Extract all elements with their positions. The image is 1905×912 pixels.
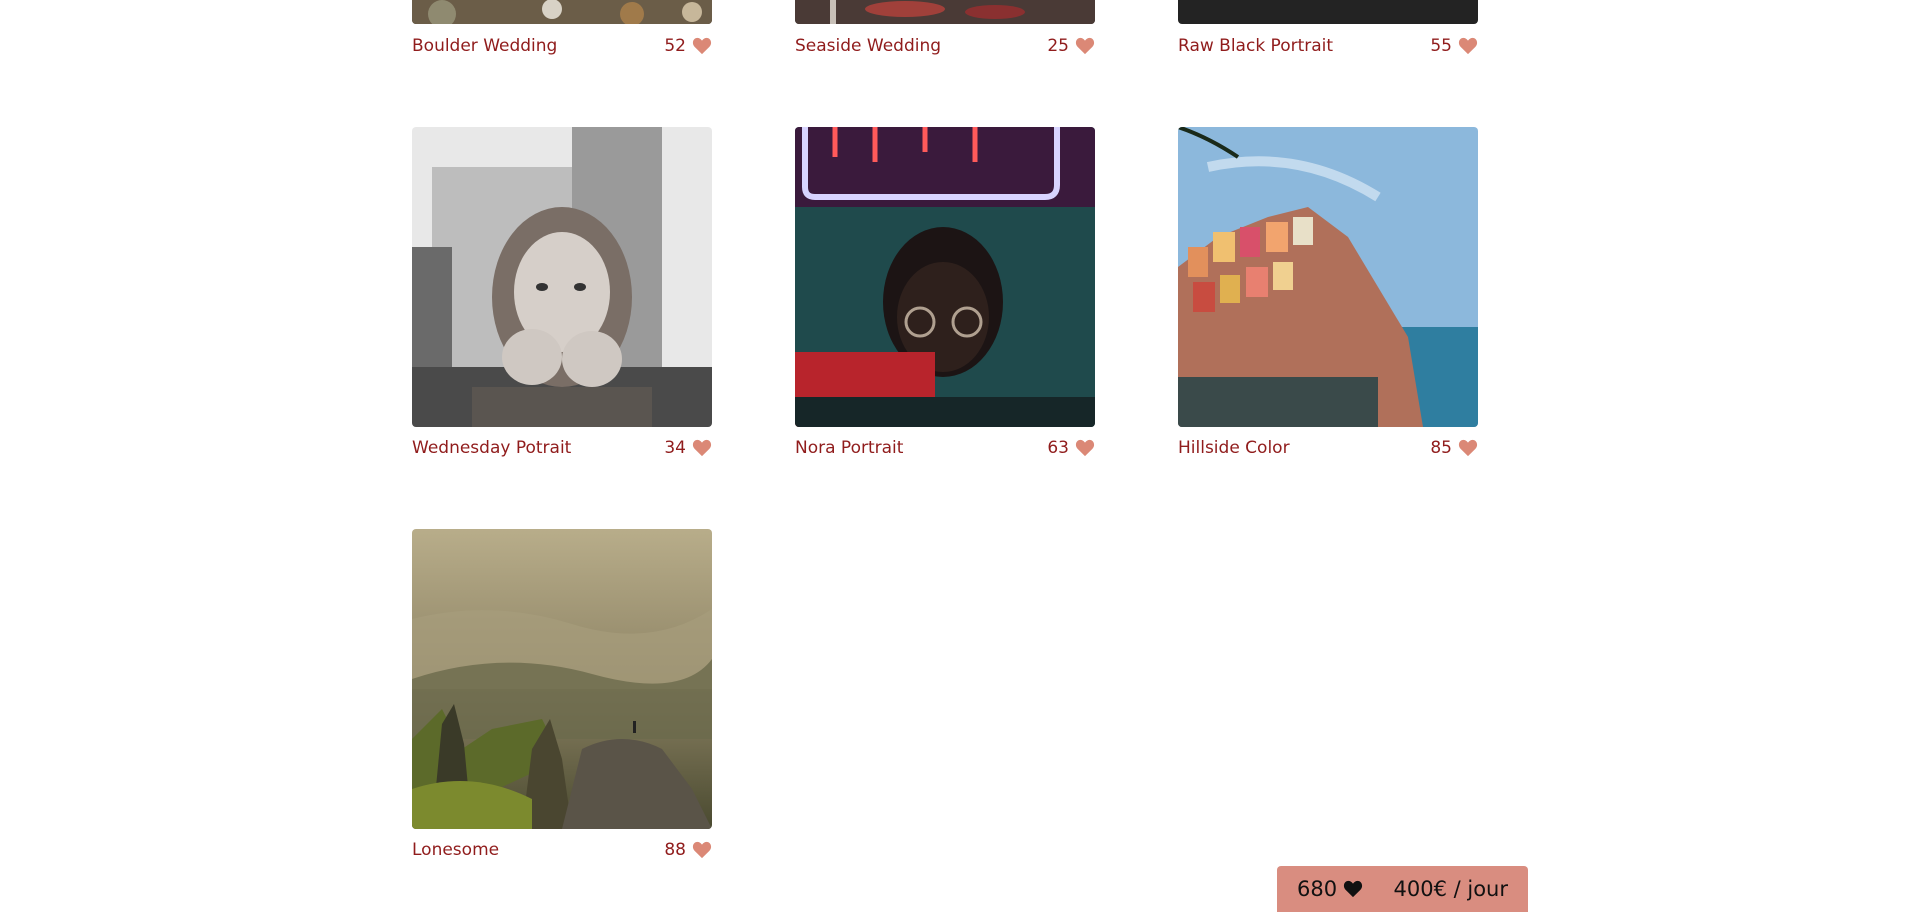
heart-icon — [1343, 880, 1363, 898]
photo-thumbnail[interactable] — [412, 0, 712, 24]
photo-thumbnail[interactable] — [795, 0, 1095, 24]
total-likes-count: 680 — [1297, 877, 1338, 901]
photo-title[interactable]: Hillside Color — [1178, 438, 1430, 458]
heart-icon[interactable] — [692, 439, 712, 457]
heart-icon[interactable] — [1458, 439, 1478, 457]
heart-icon[interactable] — [1075, 439, 1095, 457]
photo-caption: Raw Black Portrait 55 — [1178, 34, 1478, 58]
photo-title[interactable]: Boulder Wedding — [412, 36, 664, 56]
photographer-stats-bar: 680 400€ / jour — [1277, 866, 1528, 912]
photo-caption: Wednesday Potrait 34 — [412, 436, 712, 460]
like-count: 85 — [1430, 438, 1452, 458]
like-count: 88 — [664, 840, 686, 860]
photo-thumbnail[interactable] — [412, 529, 712, 829]
photo-title[interactable]: Raw Black Portrait — [1178, 36, 1430, 56]
photo-caption: Lonesome 88 — [412, 838, 712, 862]
total-likes: 680 — [1297, 877, 1363, 901]
photo-thumbnail[interactable] — [795, 127, 1095, 427]
photo-caption: Boulder Wedding 52 — [412, 34, 712, 58]
photo-gallery: Boulder Wedding 52 Seaside Wedding 25 Ra… — [0, 0, 1905, 912]
photo-thumbnail[interactable] — [1178, 0, 1478, 24]
photo-title[interactable]: Nora Portrait — [795, 438, 1047, 458]
heart-icon[interactable] — [692, 841, 712, 859]
like-count: 25 — [1047, 36, 1069, 56]
photo-caption: Hillside Color 85 — [1178, 436, 1478, 460]
like-count: 55 — [1430, 36, 1452, 56]
daily-price: 400€ / jour — [1393, 877, 1509, 901]
photo-caption: Seaside Wedding 25 — [795, 34, 1095, 58]
photo-caption: Nora Portrait 63 — [795, 436, 1095, 460]
photo-title[interactable]: Lonesome — [412, 840, 664, 860]
heart-icon[interactable] — [1458, 37, 1478, 55]
like-count: 34 — [664, 438, 686, 458]
like-count: 52 — [664, 36, 686, 56]
photo-thumbnail[interactable] — [412, 127, 712, 427]
photo-title[interactable]: Seaside Wedding — [795, 36, 1047, 56]
heart-icon[interactable] — [1075, 37, 1095, 55]
heart-icon[interactable] — [692, 37, 712, 55]
photo-title[interactable]: Wednesday Potrait — [412, 438, 664, 458]
photo-thumbnail[interactable] — [1178, 127, 1478, 427]
like-count: 63 — [1047, 438, 1069, 458]
